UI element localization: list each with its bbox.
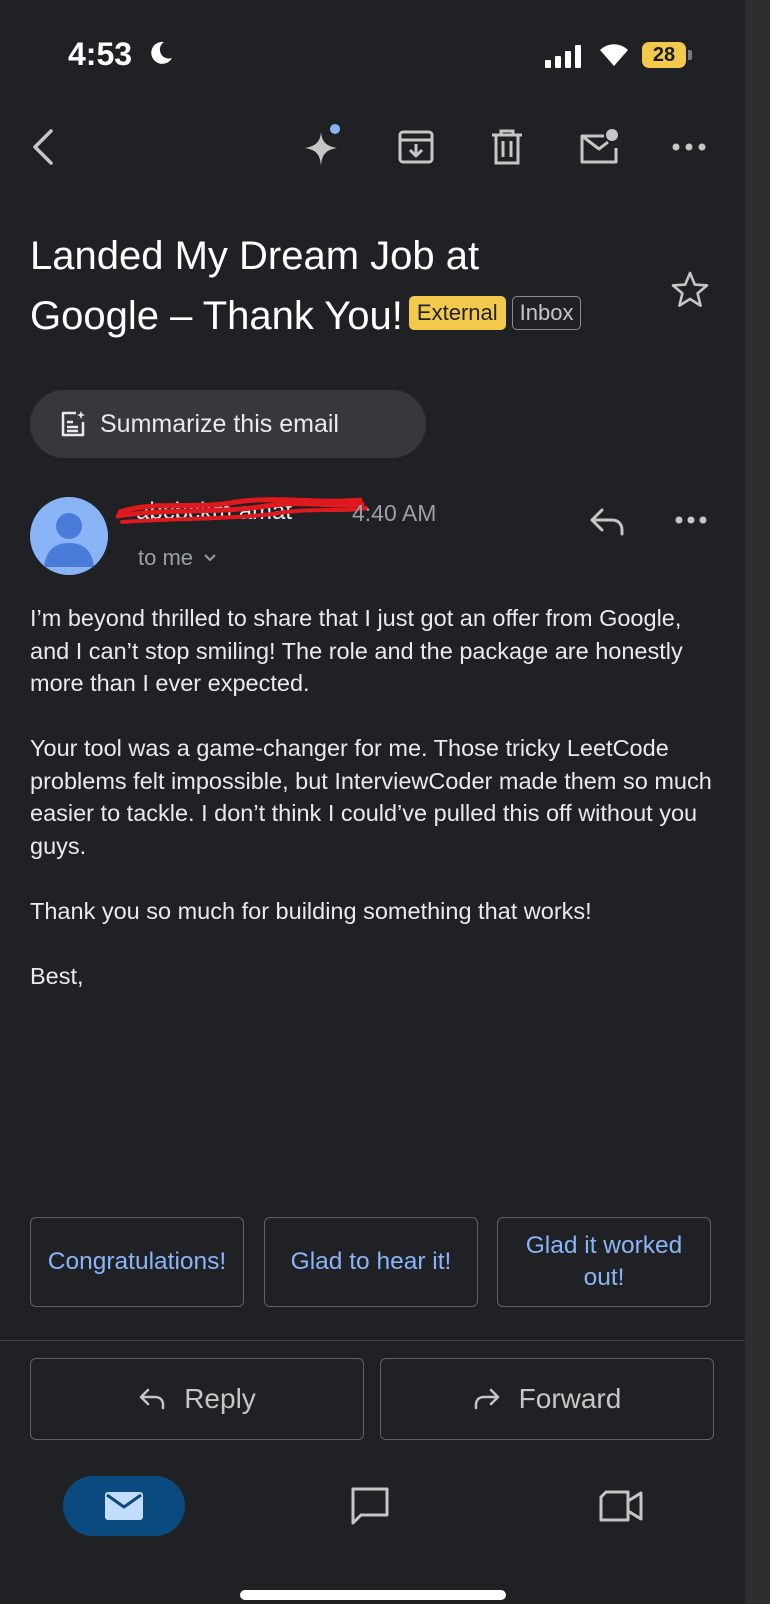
back-icon: [33, 129, 53, 165]
sent-time: 4:40 AM: [352, 500, 437, 526]
sparkle-icon: [305, 124, 340, 166]
subject-line-1: Landed My Dream Job at: [30, 234, 480, 278]
wifi-icon: [600, 44, 628, 66]
mark-unread-icon: [580, 129, 618, 164]
status-time: 4:53: [68, 36, 133, 72]
mail-icon: [105, 1492, 143, 1520]
forward-button[interactable]: Forward: [380, 1358, 714, 1440]
chat-icon[interactable]: [348, 1484, 392, 1528]
chevron-down-icon: [204, 554, 216, 562]
body-paragraph: I’m beyond thrilled to share that I just…: [30, 605, 683, 696]
star-icon[interactable]: [670, 270, 710, 310]
smart-reply-congratulations[interactable]: Congratulations!: [30, 1217, 244, 1307]
home-indicator[interactable]: [240, 1590, 506, 1600]
forward-label: Forward: [518, 1383, 622, 1414]
reply-button[interactable]: Reply: [30, 1358, 364, 1440]
battery-level: 28: [642, 42, 686, 68]
avatar[interactable]: [30, 497, 108, 575]
summarize-button[interactable]: Summarize this email: [30, 390, 426, 458]
smart-reply-glad-worked-out[interactable]: Glad it worked out!: [497, 1217, 711, 1307]
subject-text: Google – Thank You!: [30, 294, 403, 338]
subject-line-2: Google – Thank You! External Inbox: [30, 286, 640, 346]
redaction-scribble: [116, 497, 368, 524]
summarize-label: Summarize this email: [100, 409, 339, 438]
cellular-signal-icon: [545, 44, 581, 68]
archive-icon: [398, 130, 434, 164]
reply-icon: [139, 1388, 165, 1410]
person-icon: [44, 513, 94, 567]
inbox-label[interactable]: Inbox: [511, 296, 582, 331]
do-not-disturb-icon: [151, 41, 172, 64]
reply-icon[interactable]: [588, 502, 626, 540]
window-edge: [745, 0, 770, 1604]
delete-icon: [492, 129, 522, 165]
forward-icon: [474, 1388, 499, 1410]
gemini-button[interactable]: [298, 122, 348, 172]
mark-unread-button[interactable]: [574, 122, 624, 172]
smart-reply-glad-to-hear[interactable]: Glad to hear it!: [264, 1217, 478, 1307]
summarize-icon: [61, 411, 85, 437]
back-button[interactable]: [18, 122, 68, 172]
battery-indicator: 28: [642, 42, 692, 70]
more-icon: [672, 143, 706, 151]
email-subject: Landed My Dream Job at Google – Thank Yo…: [30, 226, 640, 346]
external-badge: External: [408, 296, 506, 331]
delete-button[interactable]: [482, 122, 532, 172]
email-body: I’m beyond thrilled to share that I just…: [30, 602, 720, 1025]
archive-button[interactable]: [391, 122, 441, 172]
nav-mail-tab[interactable]: [63, 1476, 185, 1536]
message-more-icon[interactable]: [674, 510, 708, 530]
meet-icon[interactable]: [598, 1488, 644, 1524]
recipient-label: to me: [138, 545, 194, 570]
reply-label: Reply: [184, 1383, 256, 1414]
divider: [0, 1340, 745, 1341]
body-paragraph: Thank you so much for building something…: [30, 897, 592, 924]
body-paragraph: Your tool was a game-changer for me. Tho…: [30, 735, 712, 859]
body-signoff: Best,: [30, 962, 84, 989]
more-button[interactable]: [664, 122, 714, 172]
recipient-details[interactable]: to me: [138, 545, 217, 571]
gmail-screen: 4:53 28 Landed My Dream Job at Google – …: [0, 0, 745, 1604]
